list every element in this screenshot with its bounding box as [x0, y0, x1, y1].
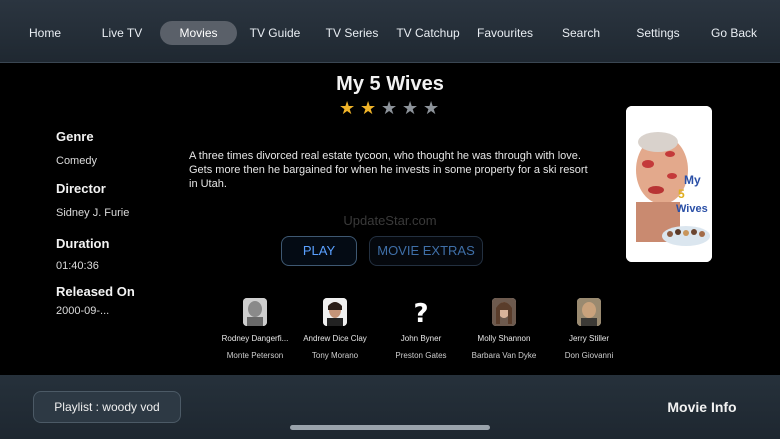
actor-role: Tony Morano	[311, 351, 359, 360]
play-button[interactable]: PLAY	[281, 236, 357, 266]
released-label: Released On	[56, 284, 135, 299]
question-mark-icon: ?	[409, 298, 433, 326]
star-filled-icon: ★	[360, 98, 377, 118]
actor-name: Jerry Stiller	[568, 334, 609, 343]
actor-role: Don Giovanni	[564, 351, 614, 360]
movie-title: My 5 Wives	[336, 73, 444, 95]
star-filled-icon: ★	[339, 98, 356, 118]
duration-label: Duration	[56, 236, 110, 251]
playlist-button[interactable]: Playlist : woody vod	[33, 391, 181, 423]
genre-value: Comedy	[56, 155, 97, 167]
star-empty-icon: ★	[381, 98, 398, 118]
svg-text:5: 5	[678, 187, 685, 201]
svg-text:Wives: Wives	[676, 203, 708, 215]
svg-text:?: ?	[413, 299, 428, 326]
movie-extras-button[interactable]: MOVIE EXTRAS	[369, 236, 483, 266]
released-value: 2000-09-...	[56, 305, 110, 317]
nav-settings[interactable]: Settings	[630, 21, 686, 45]
movie-info-label: Movie Info	[667, 399, 737, 415]
nav-home[interactable]: Home	[21, 21, 69, 45]
nav-tv-catchup[interactable]: TV Catchup	[396, 21, 460, 45]
poster-artwork: My 5 Wives	[626, 106, 712, 262]
nav-search[interactable]: Search	[556, 21, 606, 45]
nav-tv-guide[interactable]: TV Guide	[247, 21, 303, 45]
actor-photo	[323, 298, 347, 326]
watermark-text: UpdateStar.com	[343, 213, 437, 228]
nav-tv-series[interactable]: TV Series	[322, 21, 382, 45]
star-empty-icon: ★	[423, 98, 440, 118]
svg-text:My: My	[684, 173, 701, 187]
movie-poster: My 5 Wives	[626, 106, 712, 262]
actor-photo	[577, 298, 601, 326]
movie-description: A three times divorced real estate tycoo…	[189, 150, 588, 190]
genre-label: Genre	[56, 129, 94, 144]
cast-member[interactable]: Andrew Dice Clay Tony Morano	[285, 298, 385, 360]
home-indicator[interactable]	[290, 425, 490, 430]
bottom-bar: Playlist : woody vod Movie Info	[0, 375, 780, 439]
nav-favourites[interactable]: Favourites	[474, 21, 536, 45]
nav-movies[interactable]: Movies	[160, 21, 237, 45]
actor-photo	[492, 298, 516, 326]
star-empty-icon: ★	[402, 98, 419, 118]
cast-member[interactable]: Jerry Stiller Don Giovanni	[539, 298, 639, 360]
director-label: Director	[56, 181, 106, 196]
actor-name: Andrew Dice Clay	[303, 334, 367, 343]
duration-value: 01:40:36	[56, 260, 99, 272]
top-navigation-bar: Home Live TV Movies TV Guide TV Series T…	[0, 0, 780, 63]
director-value: Sidney J. Furie	[56, 207, 130, 219]
nav-live-tv[interactable]: Live TV	[96, 21, 148, 45]
actor-photo	[243, 298, 267, 326]
nav-go-back[interactable]: Go Back	[707, 21, 761, 45]
